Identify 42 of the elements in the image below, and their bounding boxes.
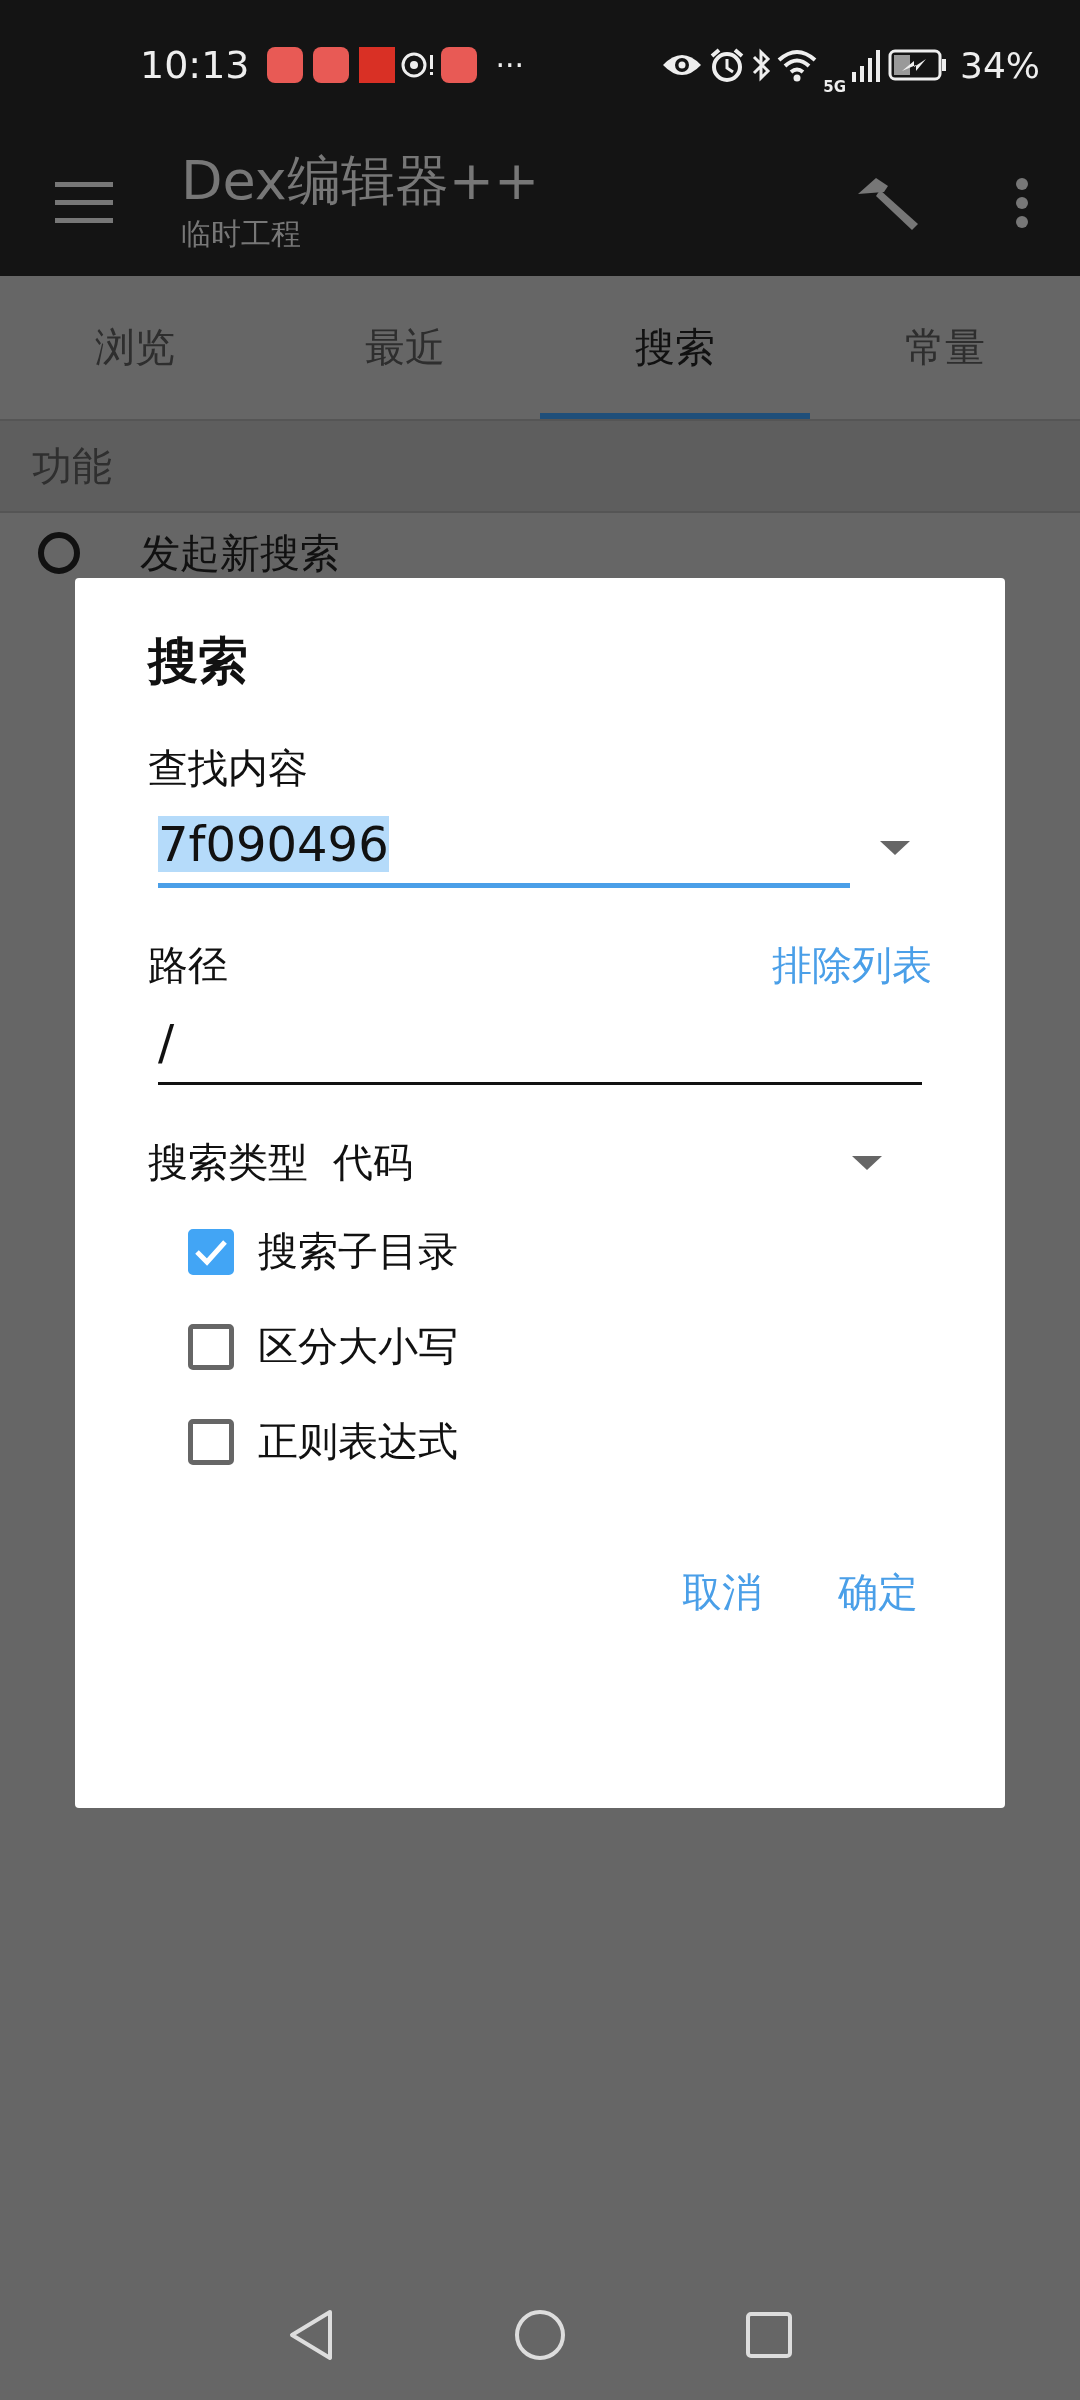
list-item[interactable]: 发起新搜索 [140, 525, 340, 581]
app-notification-icon [312, 47, 349, 83]
bluetooth-icon [751, 47, 772, 83]
alarm-icon [709, 47, 746, 83]
dropdown-arrow-icon[interactable] [852, 1155, 882, 1170]
app-notification-icon [358, 47, 395, 83]
more-notifications: ··· [495, 47, 525, 83]
input-field[interactable]: / [158, 1005, 922, 1085]
recents-icon[interactable] [746, 2312, 792, 2358]
dialog-title: 搜索 [148, 631, 249, 692]
tab[interactable]: 常量 [810, 276, 1080, 419]
confirm-button[interactable]: 确定 [838, 1559, 918, 1626]
network-type: 5G [823, 78, 846, 96]
field-label: 路径 [148, 941, 228, 990]
input-field[interactable]: 7f090496 [158, 808, 850, 888]
checkbox[interactable] [188, 1323, 234, 1370]
field-label: 查找内容 [148, 744, 309, 793]
tab[interactable]: 最近 [270, 276, 540, 419]
more-options-icon[interactable] [1014, 177, 1030, 229]
checkbox[interactable] [188, 1418, 234, 1465]
exclude-list-link[interactable]: 排除列表 [772, 938, 932, 993]
clock-time: 10:13 [140, 43, 250, 87]
tab[interactable]: 浏览 [0, 276, 270, 419]
app-notification-icon [266, 47, 303, 83]
dropdown-arrow-icon[interactable] [880, 841, 910, 855]
cancel-button[interactable]: 取消 [682, 1559, 762, 1626]
app-title: Dex编辑器++ [181, 150, 541, 211]
back-icon[interactable] [288, 2309, 334, 2361]
search-type-dropdown[interactable]: 搜索类型 代码 [148, 1135, 414, 1190]
checkbox-label[interactable]: 区分大小写 [258, 1319, 458, 1374]
circle-icon [38, 532, 80, 574]
battery-percent: 34% [960, 44, 1040, 86]
signal-icon [852, 48, 882, 82]
wifi-icon [777, 48, 818, 82]
app-notification-icon [440, 47, 477, 83]
battery-charging-icon [888, 49, 948, 81]
menu-icon[interactable] [55, 182, 113, 224]
checkbox[interactable] [188, 1228, 234, 1275]
checkbox-label[interactable]: 正则表达式 [258, 1414, 458, 1469]
checkbox-label[interactable]: 搜索子目录 [258, 1224, 458, 1279]
home-icon[interactable] [514, 2309, 566, 2361]
project-subtitle: 临时工程 [181, 215, 302, 254]
